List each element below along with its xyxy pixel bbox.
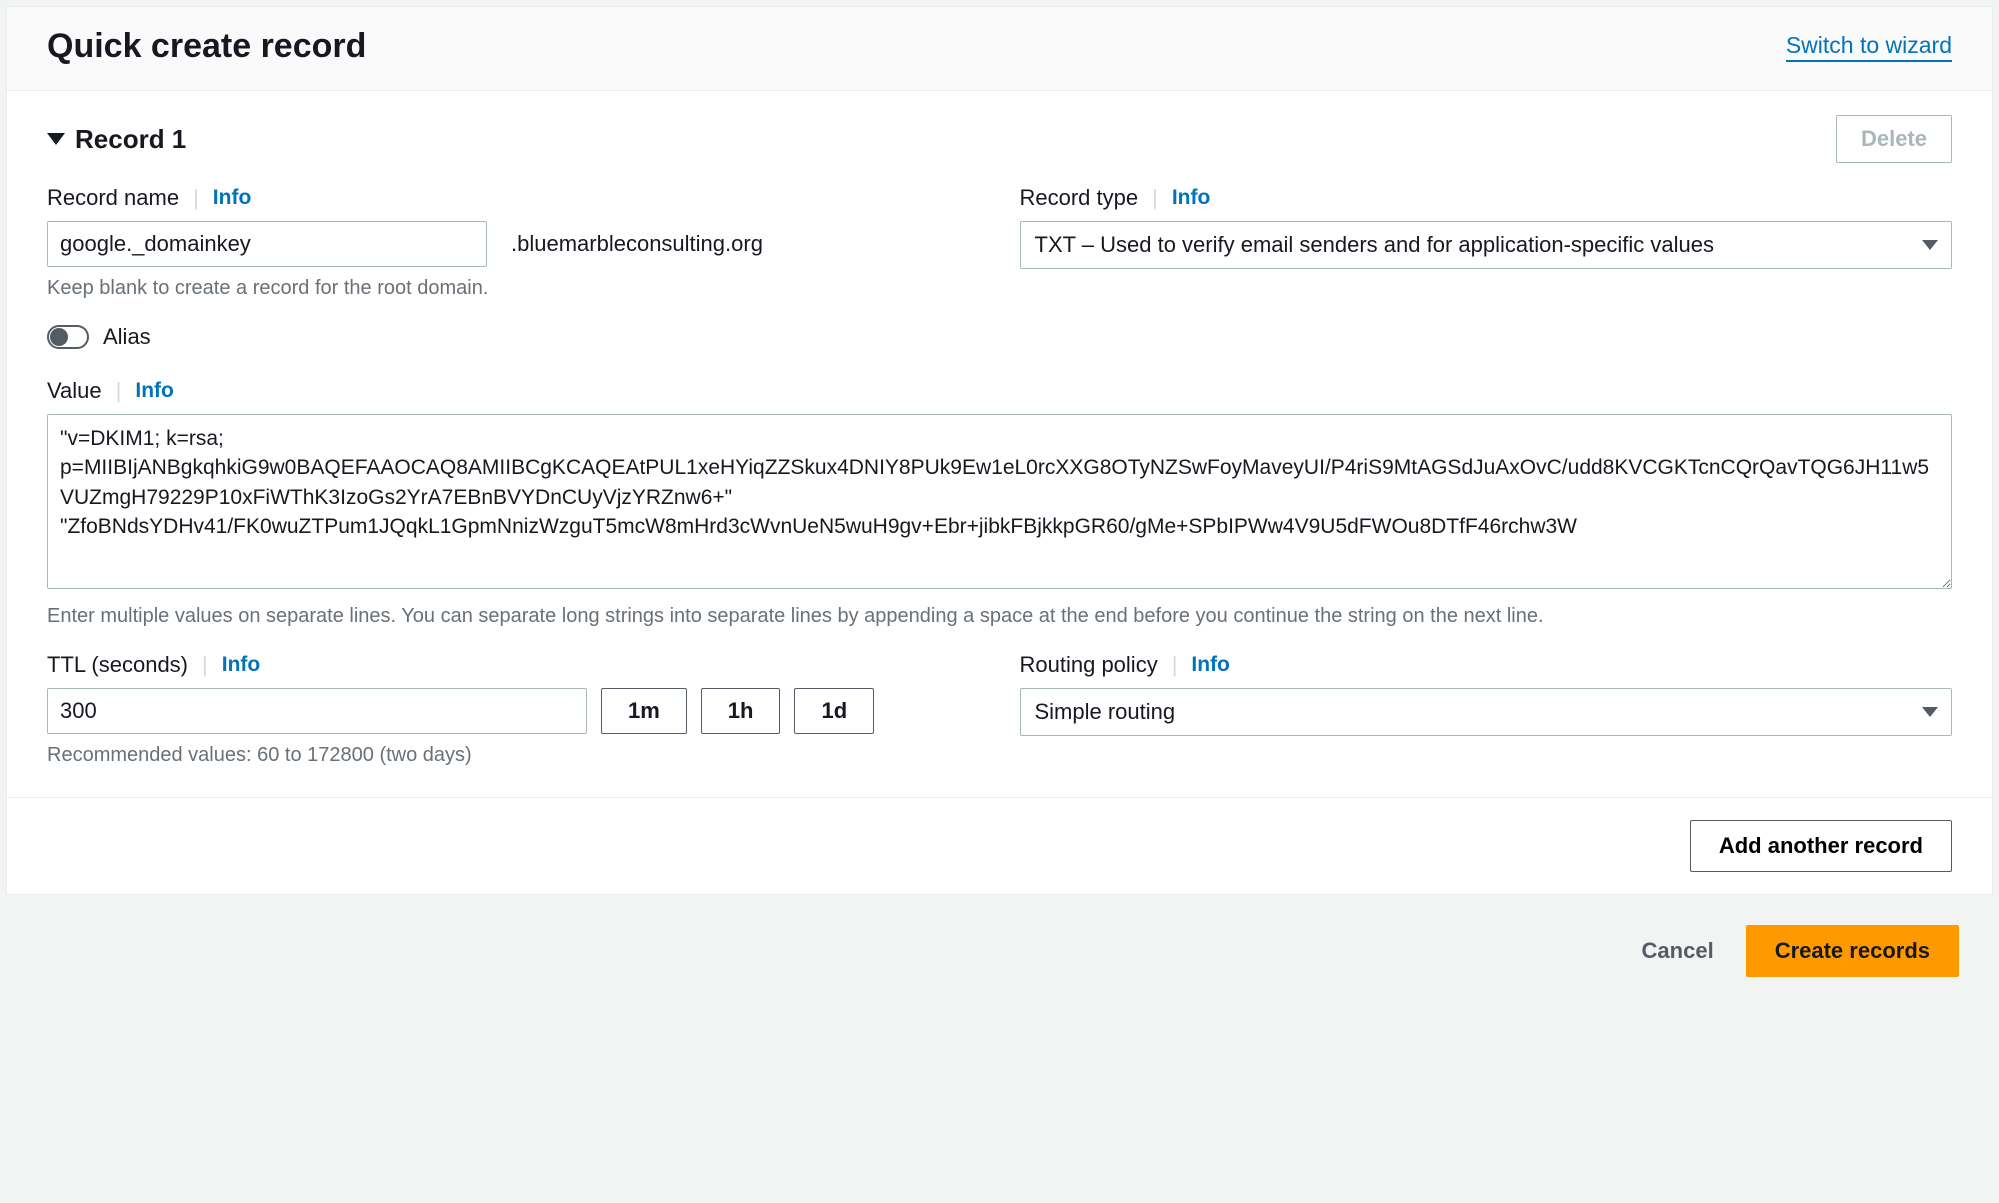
ttl-preset-1d[interactable]: 1d xyxy=(794,688,874,734)
cancel-button[interactable]: Cancel xyxy=(1634,926,1722,976)
routing-policy-field: Routing policy | Info Simple routing xyxy=(1020,652,1953,767)
record-name-input[interactable] xyxy=(47,221,487,267)
chevron-down-icon xyxy=(1922,707,1938,717)
add-record-row: Add another record xyxy=(7,798,1992,894)
value-label: Value xyxy=(47,378,102,404)
label-divider: | xyxy=(116,378,122,404)
record-type-value: TXT – Used to verify email senders and f… xyxy=(1035,232,1714,258)
record-type-select[interactable]: TXT – Used to verify email senders and f… xyxy=(1020,221,1953,269)
routing-value: Simple routing xyxy=(1035,699,1176,725)
label-divider: | xyxy=(1152,185,1158,211)
alias-label: Alias xyxy=(103,324,151,350)
quick-create-panel: Quick create record Switch to wizard Rec… xyxy=(6,6,1993,895)
switch-to-wizard-link[interactable]: Switch to wizard xyxy=(1786,32,1952,62)
panel-header: Quick create record Switch to wizard xyxy=(7,7,1992,91)
routing-policy-select[interactable]: Simple routing xyxy=(1020,688,1953,736)
domain-suffix: .bluemarbleconsulting.org xyxy=(511,231,763,257)
record-type-label: Record type xyxy=(1020,185,1139,211)
record-name-label: Record name xyxy=(47,185,179,211)
record-type-info-link[interactable]: Info xyxy=(1172,186,1210,210)
caret-down-icon xyxy=(47,133,65,145)
page-title: Quick create record xyxy=(47,27,366,66)
ttl-info-link[interactable]: Info xyxy=(222,653,260,677)
value-info-link[interactable]: Info xyxy=(135,379,173,403)
ttl-preset-1h[interactable]: 1h xyxy=(701,688,781,734)
record-name-helper: Keep blank to create a record for the ro… xyxy=(47,277,980,300)
create-records-button[interactable]: Create records xyxy=(1746,925,1959,977)
label-divider: | xyxy=(1172,652,1178,678)
alias-field: Alias xyxy=(47,324,1952,350)
delete-button[interactable]: Delete xyxy=(1836,115,1952,163)
record-name-field: Record name | Info .bluemarbleconsulting… xyxy=(47,185,980,300)
value-textarea[interactable] xyxy=(47,414,1952,589)
label-divider: | xyxy=(193,185,199,211)
routing-info-link[interactable]: Info xyxy=(1191,653,1229,677)
record-title: Record 1 xyxy=(75,124,186,155)
add-another-record-button[interactable]: Add another record xyxy=(1690,820,1952,872)
value-helper: Enter multiple values on separate lines.… xyxy=(47,605,1952,628)
ttl-field: TTL (seconds) | Info 1m 1h 1d Recommende… xyxy=(47,652,980,767)
chevron-down-icon xyxy=(1922,240,1938,250)
footer-actions: Cancel Create records xyxy=(0,895,1999,1007)
record-section: Record 1 Delete Record name | Info .blue… xyxy=(7,91,1992,798)
ttl-label: TTL (seconds) xyxy=(47,652,188,678)
record-header: Record 1 Delete xyxy=(47,115,1952,163)
record-name-info-link[interactable]: Info xyxy=(213,186,251,210)
label-divider: | xyxy=(202,652,208,678)
routing-label: Routing policy xyxy=(1020,652,1158,678)
value-field: Value | Info Enter multiple values on se… xyxy=(47,378,1952,628)
ttl-preset-1m[interactable]: 1m xyxy=(601,688,687,734)
toggle-knob-icon xyxy=(50,328,68,346)
record-toggle[interactable]: Record 1 xyxy=(47,124,186,155)
alias-toggle[interactable] xyxy=(47,325,89,349)
record-type-field: Record type | Info TXT – Used to verify … xyxy=(1020,185,1953,300)
ttl-helper: Recommended values: 60 to 172800 (two da… xyxy=(47,744,980,767)
ttl-input[interactable] xyxy=(47,688,587,734)
